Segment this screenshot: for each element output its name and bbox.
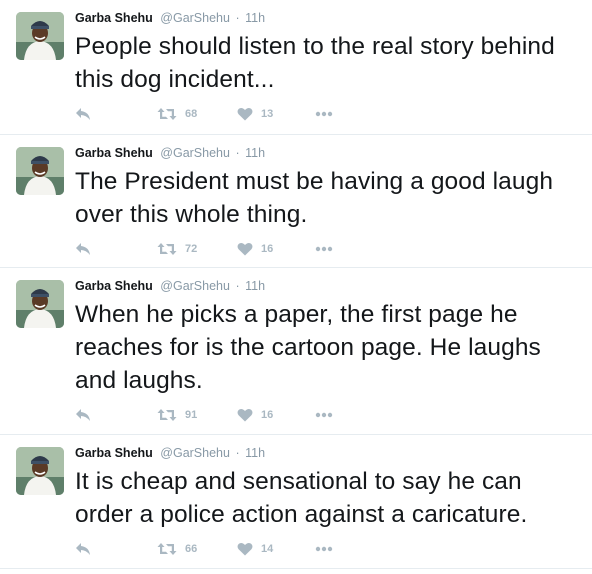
more-options-button[interactable]	[315, 111, 345, 117]
tweet-timestamp[interactable]: 11h	[245, 279, 265, 293]
tweet-text: People should listen to the real story b…	[75, 33, 555, 93]
author-handle[interactable]: @GarShehu	[160, 279, 230, 293]
tweet[interactable]: Garba Shehu @GarShehu · 11h People shoul…	[0, 0, 592, 135]
reply-arrow-icon	[76, 108, 90, 120]
retweet-button[interactable]: 68	[157, 107, 237, 121]
tweet[interactable]: Garba Shehu @GarShehu · 11h The Presiden…	[0, 135, 592, 268]
author-name[interactable]: Garba Shehu	[75, 11, 153, 25]
tweet-header: Garba Shehu @GarShehu · 11h	[75, 278, 582, 294]
like-count: 13	[261, 108, 274, 120]
tweet-timestamp[interactable]: 11h	[245, 446, 265, 460]
tweet-text: When he picks a paper, the first page he…	[75, 301, 541, 394]
like-count: 16	[261, 409, 274, 421]
retweet-icon	[157, 409, 177, 421]
ellipsis-icon	[315, 546, 333, 552]
heart-icon	[237, 243, 253, 256]
ellipsis-icon	[315, 412, 333, 418]
retweet-count: 66	[185, 543, 198, 555]
like-button[interactable]: 16	[237, 242, 315, 256]
retweet-button[interactable]: 91	[157, 408, 237, 422]
heart-icon	[237, 543, 253, 556]
tweet-timestamp[interactable]: 11h	[245, 146, 265, 160]
reply-button[interactable]	[75, 542, 157, 556]
tweet[interactable]: Garba Shehu @GarShehu · 11h It is cheap …	[0, 435, 592, 569]
retweet-count: 68	[185, 108, 198, 120]
tweet[interactable]: Garba Shehu @GarShehu · 11h When he pick…	[0, 268, 592, 435]
retweet-count: 91	[185, 409, 198, 421]
like-button[interactable]: 13	[237, 107, 315, 121]
tweet-header: Garba Shehu @GarShehu · 11h	[75, 10, 582, 26]
reply-button[interactable]	[75, 107, 157, 121]
like-button[interactable]: 16	[237, 408, 315, 422]
heart-icon	[237, 409, 253, 422]
avatar[interactable]	[16, 447, 64, 495]
tweet-actions: 68 13	[75, 104, 345, 124]
retweet-count: 72	[185, 243, 198, 255]
retweet-icon	[157, 543, 177, 555]
tweet-actions: 66 14	[75, 539, 345, 559]
author-name[interactable]: Garba Shehu	[75, 446, 153, 460]
tweet-text: The President must be having a good laug…	[75, 168, 554, 228]
tweet-header: Garba Shehu @GarShehu · 11h	[75, 145, 582, 161]
retweet-icon	[157, 243, 177, 255]
author-name[interactable]: Garba Shehu	[75, 146, 153, 160]
tweet-header: Garba Shehu @GarShehu · 11h	[75, 445, 582, 461]
author-handle[interactable]: @GarShehu	[160, 146, 230, 160]
separator-dot: ·	[235, 279, 240, 293]
separator-dot: ·	[235, 146, 240, 160]
reply-button[interactable]	[75, 408, 157, 422]
like-count: 16	[261, 243, 274, 255]
ellipsis-icon	[315, 111, 333, 117]
author-handle[interactable]: @GarShehu	[160, 446, 230, 460]
reply-arrow-icon	[76, 409, 90, 421]
reply-arrow-icon	[76, 243, 90, 255]
avatar[interactable]	[16, 280, 64, 328]
tweet-text: It is cheap and sensational to say he ca…	[75, 468, 528, 528]
heart-icon	[237, 108, 253, 121]
tweet-actions: 72 16	[75, 239, 345, 259]
like-button[interactable]: 14	[237, 542, 315, 556]
retweet-icon	[157, 108, 177, 120]
author-handle[interactable]: @GarShehu	[160, 11, 230, 25]
tweet-timestamp[interactable]: 11h	[245, 11, 265, 25]
tweet-timeline: Garba Shehu @GarShehu · 11h People shoul…	[0, 0, 592, 569]
like-count: 14	[261, 543, 274, 555]
ellipsis-icon	[315, 246, 333, 252]
separator-dot: ·	[235, 446, 240, 460]
avatar[interactable]	[16, 12, 64, 60]
reply-button[interactable]	[75, 242, 157, 256]
tweet-actions: 91 16	[75, 405, 345, 425]
more-options-button[interactable]	[315, 546, 345, 552]
avatar[interactable]	[16, 147, 64, 195]
retweet-button[interactable]: 72	[157, 242, 237, 256]
separator-dot: ·	[235, 11, 240, 25]
retweet-button[interactable]: 66	[157, 542, 237, 556]
author-name[interactable]: Garba Shehu	[75, 279, 153, 293]
more-options-button[interactable]	[315, 246, 345, 252]
reply-arrow-icon	[76, 543, 90, 555]
more-options-button[interactable]	[315, 412, 345, 418]
